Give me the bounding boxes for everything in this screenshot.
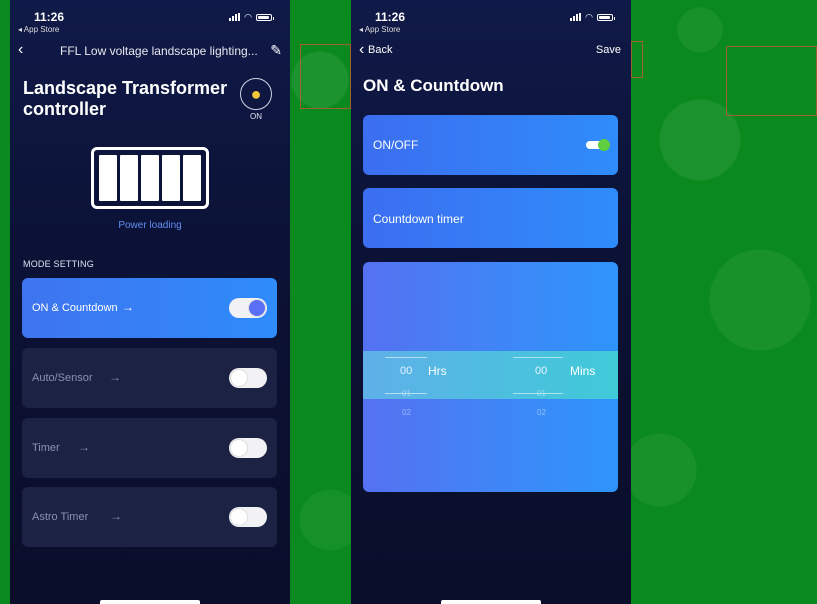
hours-next-value[interactable]: 02 [402,408,411,417]
power-loading-label: Power loading [118,220,182,231]
countdown-time-picker[interactable]: 00 Hrs 01 02 00 Mins 01 02 [363,262,618,492]
mode-label: Timer [32,442,60,454]
mode-toggle-auto-sensor[interactable] [229,368,267,388]
battery-level-icon [91,147,209,209]
chevron-left-icon[interactable]: ‹ [359,41,364,59]
arrow-right-icon: → [122,300,134,314]
phone-left-screen: 11:26 ◂ App Store ◠ ‹ FFL Low voltage la… [10,0,290,604]
phone-right-screen: 11:26 ◂ App Store ◠ ‹ Back Save ON & Cou… [351,0,631,604]
hours-unit-label: Hrs [428,364,447,378]
mode-card-timer[interactable]: Timer → [22,418,277,478]
onoff-label: ON/OFF [373,138,419,152]
bg-outline-left [300,44,351,109]
edit-icon[interactable]: ✎ [270,42,282,59]
countdown-timer-label: Countdown timer [373,212,464,226]
mode-label: ON & Countdown [32,302,118,314]
mode-card-astro-timer[interactable]: Astro Timer → [22,487,277,547]
nav-bar: ‹ FFL Low voltage landscape lighting... … [10,40,290,62]
countdown-timer-card[interactable]: Countdown timer [363,188,618,248]
wifi-icon: ◠ [244,12,252,22]
wifi-icon: ◠ [585,12,593,22]
arrow-right-icon: → [110,509,122,523]
status-time: 11:26 [34,10,65,24]
mode-toggle-on-countdown[interactable] [229,298,267,318]
hours-next-value[interactable]: 01 [402,389,411,398]
bg-outline-middle [631,41,643,78]
mins-next-value[interactable]: 02 [537,408,546,417]
page-title: ON & Countdown [363,76,504,95]
page-title: Landscape Transformer controller [23,78,228,119]
mins-unit-label: Mins [570,364,596,378]
status-time: 11:26 [375,10,406,24]
device-name: FFL Low voltage landscape lighting... [60,44,258,58]
chevron-left-icon[interactable]: ‹ [18,41,23,59]
mode-toggle-astro-timer[interactable] [229,507,267,527]
arrow-right-icon: → [109,370,121,384]
section-label: MODE SETTING [23,259,94,269]
bg-outline-right [726,46,817,116]
mins-next-value[interactable]: 01 [537,389,546,398]
mode-label: Astro Timer [32,511,89,523]
mode-toggle-timer[interactable] [229,438,267,458]
mode-card-auto-sensor[interactable]: Auto/Sensor → [22,348,277,408]
system-indicators: ◠ [570,12,615,22]
arrow-right-icon: → [78,440,90,454]
bulb-icon: ● [240,78,272,110]
mode-card-on-countdown[interactable]: ON & Countdown → [22,278,277,338]
back-button[interactable]: Back [368,44,392,56]
mins-selected-value[interactable]: 00 [535,365,547,377]
onoff-card[interactable]: ON/OFF [363,115,618,175]
hours-selected-value[interactable]: 00 [400,365,412,377]
home-indicator [100,600,200,604]
nav-bar: ‹ Back Save [351,40,631,62]
power-toggle-button[interactable]: ● ON [240,78,272,121]
onoff-toggle[interactable] [586,139,610,151]
status-bar: 11:26 ◂ App Store ◠ [351,8,631,36]
signal-icon [229,13,241,21]
mode-label: Auto/Sensor [32,372,93,384]
back-to-app-store-link[interactable]: ◂ App Store [18,25,59,34]
status-bar: 11:26 ◂ App Store ◠ [10,8,290,36]
battery-icon [597,13,615,21]
save-button[interactable]: Save [596,44,621,56]
signal-icon [570,13,582,21]
home-indicator [441,600,541,604]
system-indicators: ◠ [229,12,274,22]
battery-icon [256,13,274,21]
back-to-app-store-link[interactable]: ◂ App Store [359,25,400,34]
bulb-state-label: ON [250,112,262,121]
